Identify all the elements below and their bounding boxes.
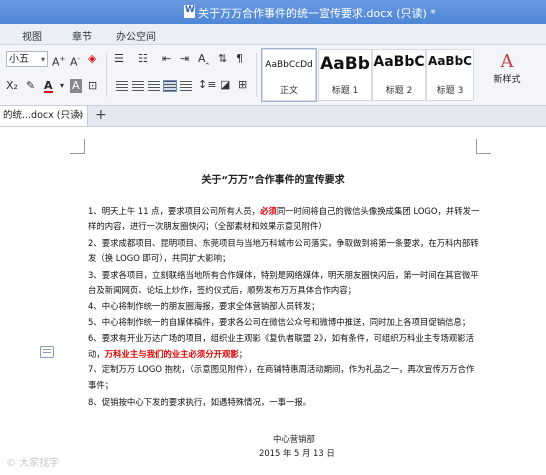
paragraph-marker-icon[interactable] xyxy=(40,346,54,358)
separator xyxy=(106,53,107,97)
menu-bar: 视图 章节 办公空间 xyxy=(0,24,546,45)
document-tab-bar: 的统...docx (只读) × + xyxy=(0,106,546,127)
line-text: 事件； xyxy=(88,380,114,390)
document-heading: 关于“万万”合作事件的宣传要求 xyxy=(201,175,345,186)
decrease-indent-icon[interactable]: ⇤ xyxy=(162,52,171,66)
bullets-icon[interactable]: ☰ xyxy=(114,52,124,66)
document-line: 台及新闻网页、论坛上炒作，签约仪式后，顺势发布万万具体合作内容； xyxy=(88,284,356,297)
line-text: 1、明天上午 11 点，要求项目公司所有人员， xyxy=(88,206,261,216)
document-tab[interactable]: 的统...docx (只读) × xyxy=(0,106,88,126)
new-style-button[interactable]: A 新样式 xyxy=(480,51,534,97)
align-center-icon[interactable] xyxy=(132,81,144,91)
document-line: 4、中心将制作统一的朋友圈海报，要求全体营销部人员转发； xyxy=(88,300,319,313)
clear-format-icon[interactable]: ◈ xyxy=(88,52,96,66)
new-style-label: 新样式 xyxy=(493,75,521,85)
menu-section[interactable]: 章节 xyxy=(72,28,92,43)
line-text: 8、促销按中心下发的要求执行，如遇特殊情况，一事一报。 xyxy=(88,397,312,407)
style-sample: AaBb xyxy=(320,54,370,74)
line-text: 4、中心将制作统一的朋友圈海报，要求全体营销部人员转发； xyxy=(88,301,320,311)
document-tab-label: 的统...docx (只读) xyxy=(3,110,84,121)
chevron-down-icon: ▾ xyxy=(40,55,45,64)
style-label: 标题 3 xyxy=(436,86,464,96)
document-page[interactable]: 关于“万万”合作事件的宣传要求 1、明天上午 11 点，要求项目公司所有人员，必… xyxy=(0,127,546,475)
document-line: 5、中心将制作统一的自媒体稿件，要求各公司在微信公众号和微博中推送，同时加上各项… xyxy=(88,316,470,329)
title-bar: 关于万万合作事件的统一宣传要求.docx (只读) * xyxy=(0,0,546,24)
line-text: 7、定制万万 LOGO 抱枕，（示意图见附件），在商铺特惠周活动期间，作为礼品之… xyxy=(88,364,475,374)
watermark: © 大家找字 xyxy=(6,458,60,469)
line-text: 3、要求各项目，立刻联络当地所有合作媒体，特别是网络媒体，明天朋友圈快闪后，第一… xyxy=(88,270,479,280)
document-line: 动，万科业主与我们的业主必须分开观影； xyxy=(88,348,247,361)
separator xyxy=(256,53,257,97)
align-justify-icon[interactable] xyxy=(163,80,177,92)
document-line: 6、要求有开业万达广场的项目，组织业主观影《复仇者联盟 2》，如有条件，可组织万… xyxy=(88,332,474,345)
style-sample: AaBbC xyxy=(373,54,425,70)
style-label: 正文 xyxy=(279,86,298,96)
document-line: 8、促销按中心下发的要求执行，如遇特殊情况，一事一报。 xyxy=(88,396,311,409)
close-icon[interactable]: × xyxy=(75,106,83,126)
signature-department: 中心营销部 xyxy=(273,434,315,444)
line-text: 2、要求成都项目、昆明项目、东莞项目与当地万科城市公司落实，争取做到将第一条要求… xyxy=(88,238,479,248)
document-line: 事件； xyxy=(88,379,113,392)
ribbon-toolbar: 小五 ▾ A+ A- ◈ X₂ ✎ A ▾ A ⊡ ☰ ☷ ⇤ ⇥ A͏‸ ⇅ … xyxy=(0,45,546,106)
align-left-icon[interactable] xyxy=(116,81,128,91)
menu-office-space[interactable]: 办公空间 xyxy=(116,28,156,43)
line-text: 同一时间将自己的微信头像换成集团 LOGO，并转发一 xyxy=(276,206,480,216)
increase-indent-icon[interactable]: ⇥ xyxy=(180,52,189,66)
shading-icon[interactable]: ◪ xyxy=(220,78,230,92)
style-label: 标题 1 xyxy=(331,86,359,96)
font-color-icon[interactable]: A xyxy=(44,79,53,93)
numbering-icon[interactable]: ☷ xyxy=(138,52,148,66)
grow-font-icon[interactable]: A+ xyxy=(52,52,65,70)
font-size-select[interactable]: 小五 ▾ xyxy=(6,51,48,67)
emphasis-text: 万科业主与我们的业主必须分开观影 xyxy=(104,349,239,359)
line-text: ； xyxy=(238,349,248,359)
borders-icon[interactable]: ⊞ xyxy=(238,78,247,92)
char-shading-icon[interactable]: A xyxy=(70,79,82,93)
menu-view[interactable]: 视图 xyxy=(22,28,42,43)
style-normal[interactable]: AaBbCcDd 正文 xyxy=(261,48,317,102)
char-border-icon[interactable]: ⊡ xyxy=(88,79,97,93)
document-line: 1、明天上午 11 点，要求项目公司所有人员，必须同一时间将自己的微信头像换成集… xyxy=(88,205,479,218)
emphasis-text: 必须 xyxy=(260,206,277,216)
line-text: 样的内容，进行一次朋友圈快闪；（全部素材和效果示意见附件） xyxy=(88,221,327,231)
window-title: 关于万万合作事件的统一宣传要求.docx (只读) * xyxy=(198,7,436,20)
document-line: 样的内容，进行一次朋友圈快闪；（全部素材和效果示意见附件） xyxy=(88,220,327,233)
line-text: 发（换 LOGO 即可），共同扩大影响； xyxy=(88,253,231,263)
signature-date: 2015 年 5 月 13 日 xyxy=(259,448,335,458)
style-heading-1[interactable]: AaBb 标题 1 xyxy=(318,49,372,101)
margin-corner-mark xyxy=(476,139,491,154)
font-size-value: 小五 xyxy=(9,54,29,65)
document-line: 发（换 LOGO 即可），共同扩大影响； xyxy=(88,252,230,265)
shrink-font-icon[interactable]: A- xyxy=(70,52,80,70)
word-document-icon xyxy=(184,5,195,18)
style-heading-3[interactable]: AaBbC 标题 3 xyxy=(426,49,474,101)
line-text: 台及新闻网页、论坛上炒作，签约仪式后，顺势发布万万具体合作内容； xyxy=(88,285,356,295)
chinese-layout-icon[interactable]: A͏‸ xyxy=(198,52,209,66)
subscript-icon[interactable]: X₂ xyxy=(6,79,18,93)
document-line: 7、定制万万 LOGO 抱枕，（示意图见附件），在商铺特惠周活动期间，作为礼品之… xyxy=(88,363,474,376)
style-heading-2[interactable]: AaBbC 标题 2 xyxy=(372,49,426,101)
document-line: 3、要求各项目，立刻联络当地所有合作媒体，特别是网络媒体，明天朋友圈快闪后，第一… xyxy=(88,269,479,282)
paragraph-mark-icon[interactable]: ¶ xyxy=(236,52,243,66)
style-sample: AaBbC xyxy=(428,54,472,68)
document-line: 2、要求成都项目、昆明项目、东莞项目与当地万科城市公司落实，争取做到将第一条要求… xyxy=(88,237,479,250)
style-sample: AaBbCcDd xyxy=(265,60,313,70)
align-right-icon[interactable] xyxy=(148,81,160,91)
new-tab-button[interactable]: + xyxy=(95,107,107,123)
distribute-icon[interactable] xyxy=(180,81,192,91)
margin-corner-mark xyxy=(70,139,85,154)
chevron-down-icon[interactable]: ▾ xyxy=(60,79,64,93)
sort-icon[interactable]: ⇅ xyxy=(218,52,227,66)
style-label: 标题 2 xyxy=(385,86,413,96)
line-text: 6、要求有开业万达广场的项目，组织业主观影《复仇者联盟 2》，如有条件，可组织万… xyxy=(88,333,474,343)
highlight-color-icon[interactable]: ✎ xyxy=(26,79,35,93)
new-style-icon: A xyxy=(500,51,514,72)
line-text: 5、中心将制作统一的自媒体稿件，要求各公司在微信公众号和微博中推送，同时加上各项… xyxy=(88,317,471,327)
line-text: 动， xyxy=(88,349,105,359)
line-spacing-icon[interactable]: ↕≡ xyxy=(198,78,216,92)
